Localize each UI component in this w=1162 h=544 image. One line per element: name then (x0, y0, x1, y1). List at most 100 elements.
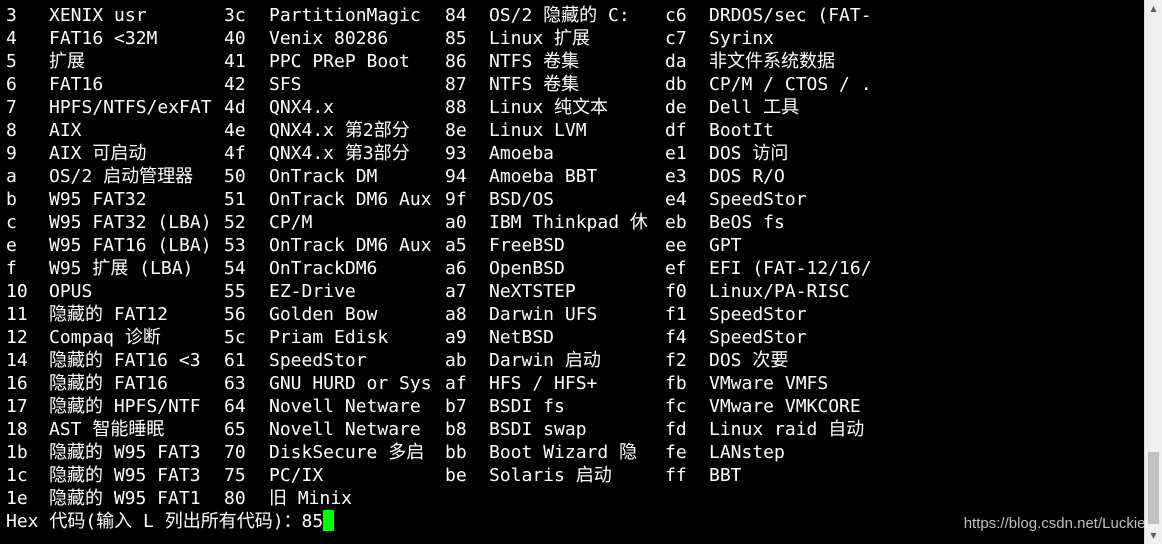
partition-name: PPC PReP Boot (269, 51, 410, 72)
scroll-down-arrow-icon[interactable]: ▼ (1145, 527, 1162, 544)
partition-name: Darwin UFS (489, 304, 598, 325)
partition-name: AST 智能睡眠 (49, 419, 165, 440)
prompt-text: Hex 代码(输入 L 列出所有代码)： (6, 511, 302, 532)
partition-name: NeXTSTEP (489, 281, 576, 302)
partition-name: Novell Netware (269, 419, 421, 440)
partition-name: 隐藏的 FAT16 (49, 373, 169, 394)
partition-code: b (6, 189, 17, 210)
partition-name: EFI (FAT-12/16/ (709, 258, 872, 279)
partition-name: PC/IX (269, 465, 324, 486)
partition-code: 85 (445, 28, 467, 49)
partition-name: NTFS 卷集 (489, 74, 580, 95)
partition-code: ff (665, 465, 687, 486)
partition-code: 5 (6, 51, 17, 72)
partition-name: HPFS/NTFS/exFAT (49, 97, 212, 118)
partition-code: c6 (665, 5, 687, 26)
partition-name: Darwin 启动 (489, 350, 601, 371)
partition-name: PartitionMagic (269, 5, 421, 26)
prompt-line[interactable]: Hex 代码(输入 L 列出所有代码)：85 (6, 510, 335, 534)
partition-name: CP/M / CTOS / . (709, 74, 872, 95)
partition-code: df (665, 120, 687, 141)
partition-name: 隐藏的 W95 FAT1 (49, 488, 201, 509)
prompt-input[interactable]: 85 (302, 511, 324, 532)
partition-code: 84 (445, 5, 467, 26)
scroll-up-arrow-icon[interactable]: ▲ (1145, 0, 1162, 17)
partition-name: 扩展 (49, 51, 85, 72)
partition-name: OPUS (49, 281, 93, 302)
partition-name: OnTrack DM (269, 166, 378, 187)
partition-name: W95 FAT32 (LBA) (49, 212, 212, 233)
partition-name: DOS R/O (709, 166, 785, 187)
partition-code: e3 (665, 166, 687, 187)
partition-code: bb (445, 442, 467, 463)
partition-code: 51 (224, 189, 246, 210)
partition-code: f0 (665, 281, 687, 302)
partition-code: fb (665, 373, 687, 394)
partition-name: GPT (709, 235, 742, 256)
partition-name: 隐藏的 FAT12 (49, 304, 169, 325)
partition-name: 隐藏的 W95 FAT3 (49, 442, 201, 463)
partition-name: BSDI swap (489, 419, 587, 440)
partition-code: 42 (224, 74, 246, 95)
partition-name: OS/2 启动管理器 (49, 166, 194, 187)
partition-code: 6 (6, 74, 17, 95)
partition-code: 63 (224, 373, 246, 394)
partition-code: ee (665, 235, 687, 256)
partition-name: Amoeba (489, 143, 555, 164)
partition-name: SpeedStor (709, 327, 807, 348)
partition-code: 56 (224, 304, 246, 325)
partition-code: a6 (445, 258, 467, 279)
partition-name: DiskSecure 多启 (269, 442, 425, 463)
partition-code: 94 (445, 166, 467, 187)
partition-code: 65 (224, 419, 246, 440)
partition-name: Boot Wizard 隐 (489, 442, 638, 463)
partition-name: Compaq 诊断 (49, 327, 161, 348)
partition-code: 11 (6, 304, 28, 325)
partition-name: XENIX usr (49, 5, 147, 26)
partition-code: a0 (445, 212, 467, 233)
terminal-window[interactable]: 3 XENIX usr 3c PartitionMagic 84 OS/2 隐藏的 C: c… (0, 0, 1145, 544)
partition-name: Golden Bow (269, 304, 378, 325)
vertical-scrollbar[interactable]: ▲ ▼ (1144, 0, 1162, 544)
partition-code: a8 (445, 304, 467, 325)
partition-code: 17 (6, 396, 28, 417)
partition-code: 4f (224, 143, 246, 164)
partition-name: OS/2 隐藏的 C: (489, 5, 630, 26)
partition-name: BSDI fs (489, 396, 565, 417)
partition-code: 53 (224, 235, 246, 256)
partition-code: 1e (6, 488, 28, 509)
partition-name: Amoeba BBT (489, 166, 598, 187)
partition-code: e1 (665, 143, 687, 164)
partition-name: 隐藏的 FAT16 <3 (49, 350, 201, 371)
partition-name: AIX 可启动 (49, 143, 147, 164)
partition-code: 54 (224, 258, 246, 279)
partition-code: 3c (224, 5, 246, 26)
partition-name: Novell Netware (269, 396, 421, 417)
partition-name: W95 FAT32 (49, 189, 147, 210)
partition-name: FAT16 <32M (49, 28, 158, 49)
partition-code: ef (665, 258, 687, 279)
partition-name: DRDOS/sec (FAT- (709, 5, 872, 26)
partition-code: 88 (445, 97, 467, 118)
partition-code: 9 (6, 143, 17, 164)
partition-code: af (445, 373, 467, 394)
partition-code: a9 (445, 327, 467, 348)
partition-name: LANstep (709, 442, 785, 463)
partition-name: OnTrackDM6 (269, 258, 378, 279)
partition-name: BSD/OS (489, 189, 555, 210)
partition-code: 1c (6, 465, 28, 486)
partition-name: Solaris 启动 (489, 465, 612, 486)
partition-name: Linux/PA-RISC (709, 281, 850, 302)
scroll-thumb[interactable] (1148, 452, 1159, 524)
partition-name: HFS / HFS+ (489, 373, 598, 394)
partition-code: 75 (224, 465, 246, 486)
partition-code: fc (665, 396, 687, 417)
partition-name: 隐藏的 W95 FAT3 (49, 465, 201, 486)
partition-code: 9f (445, 189, 467, 210)
partition-code: 50 (224, 166, 246, 187)
partition-code: 40 (224, 28, 246, 49)
partition-name: W95 FAT16 (LBA) (49, 235, 212, 256)
partition-name: FAT16 (49, 74, 104, 95)
partition-code: de (665, 97, 687, 118)
partition-code: 5c (224, 327, 246, 348)
